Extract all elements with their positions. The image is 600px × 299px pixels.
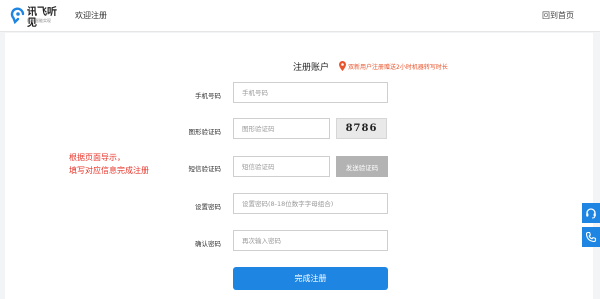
captcha-input[interactable] (233, 118, 330, 139)
password-input[interactable] (233, 193, 388, 214)
header-title: 欢迎注册 (75, 11, 107, 20)
confirm-password-label: 确认密码 (195, 240, 221, 248)
sms-label: 短信验证码 (188, 165, 222, 173)
location-pin-icon (339, 61, 346, 71)
customer-service-button[interactable] (582, 203, 600, 223)
captcha-image[interactable]: 8786 (336, 118, 387, 139)
phone-label: 手机号码 (195, 92, 221, 100)
logo-ear-icon (10, 7, 25, 25)
captcha-label: 图形验证码 (188, 128, 222, 136)
form-title: 注册账户 (293, 63, 330, 73)
send-code-button[interactable]: 发送验证码 (336, 156, 388, 177)
headset-icon (586, 208, 596, 219)
top-header: 讯飞听见 科学智能实现 欢迎注册 回到首页 (0, 0, 600, 32)
submit-register-button[interactable]: 完成注册 (233, 267, 388, 290)
confirm-password-input[interactable] (233, 230, 388, 251)
logo-subtext: 科学智能实现 (27, 18, 51, 23)
phone-contact-button[interactable] (582, 227, 600, 247)
promo-text: 双新用户注册赠送2小时机器转写时长 (348, 64, 448, 71)
phone-icon (585, 231, 597, 243)
sms-code-input[interactable] (233, 156, 330, 177)
password-label: 设置密码 (195, 203, 221, 211)
logo[interactable]: 讯飞听见 科学智能实现 (10, 7, 66, 29)
phone-input[interactable] (233, 82, 388, 103)
home-link[interactable]: 回到首页 (542, 10, 574, 21)
